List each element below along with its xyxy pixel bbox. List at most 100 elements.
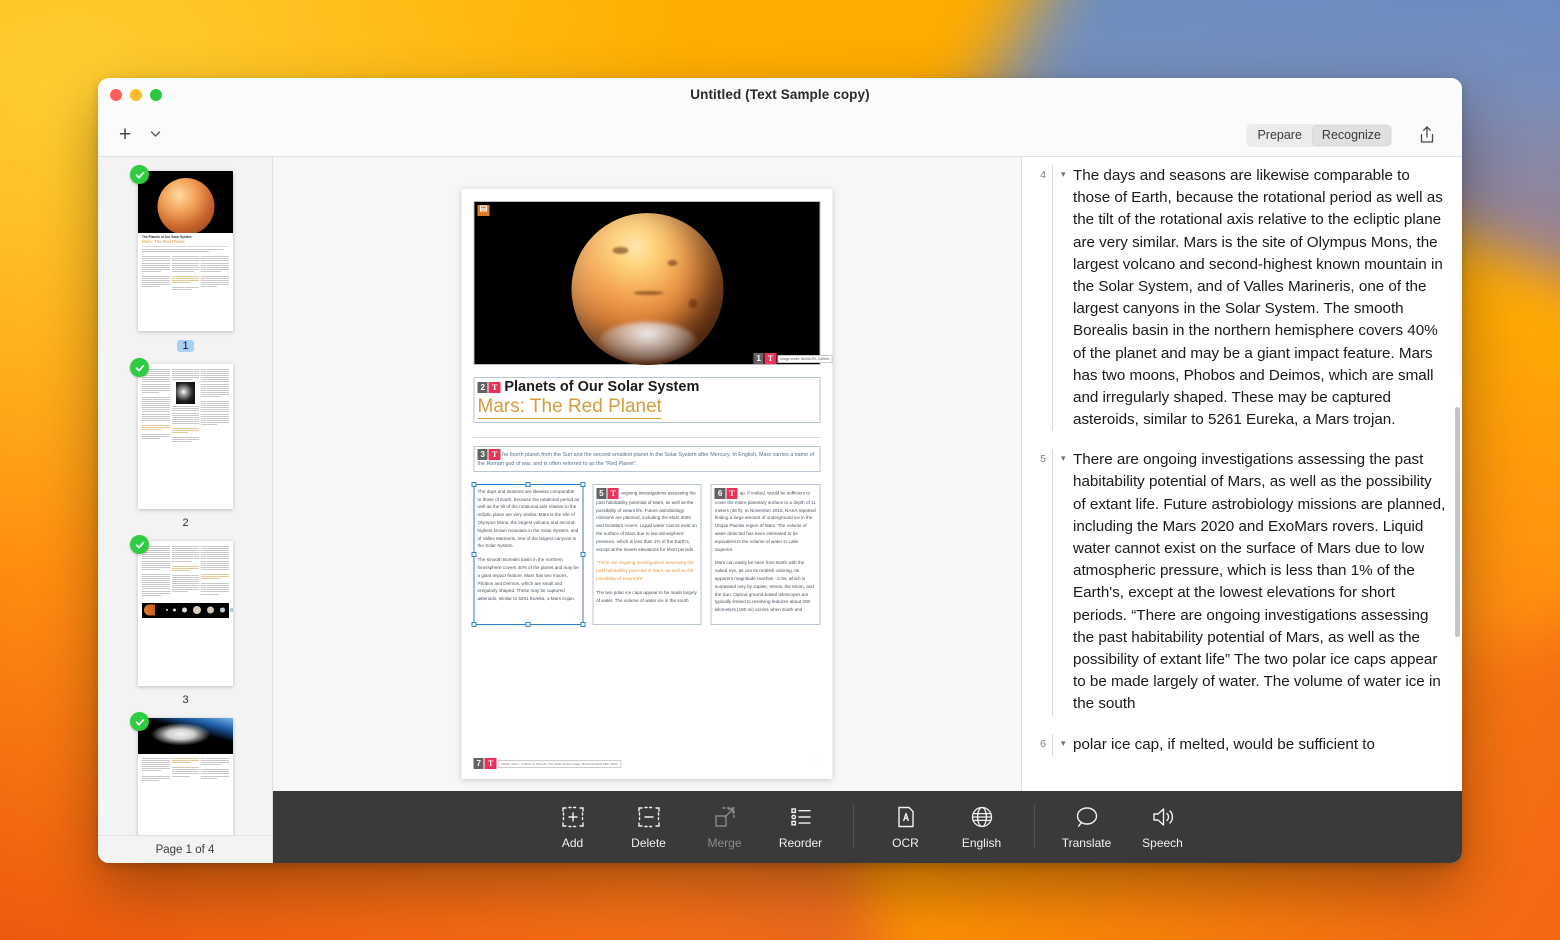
toolbar: + Prepare Recognize [98,116,1462,157]
page-thumbnails-sidebar[interactable]: The Planets of Our Solar System Mars: Th… [98,157,273,863]
document-preview-area[interactable]: 1T Image credit: NASA/JPL-Caltech 2T Pla… [273,157,1022,863]
tab-prepare[interactable]: Prepare [1247,125,1311,146]
thumbnail-label[interactable]: 2 [182,517,188,529]
chevron-down-icon[interactable]: ▾ [1061,449,1073,464]
shuttle-image [138,718,233,754]
page-corner-mark: ⋮ [813,759,819,765]
paragraph-text[interactable]: There are ongoing investigations assessi… [1073,449,1446,715]
ocr-document-icon [894,804,918,830]
planets-strip-image [141,602,233,618]
toolbar-left-group: + [112,121,168,147]
thumbnail-page-2[interactable]: 2 [98,358,272,535]
region-marker-7[interactable]: 7T [473,758,497,769]
region-marker-5[interactable]: 5T [596,487,619,499]
column-paragraph: The smooth Borealis basin in the norther… [477,557,579,602]
paragraph-divider [1052,165,1053,432]
ocr-button[interactable]: OCR [868,804,944,850]
region-marker-2[interactable]: 2T [477,381,501,393]
reorder-button[interactable]: Reorder [763,804,839,850]
column-paragraph: The days and seasons are likewise compar… [477,488,580,549]
add-label: Add [561,836,584,850]
document-heading-line1: 2T Planets of Our Solar System [477,379,817,395]
add-button[interactable]: Add [535,804,611,850]
ocr-label: OCR [892,836,919,850]
resize-handle-bl[interactable] [471,621,477,627]
delete-button[interactable]: Delete [611,804,687,850]
thumbnail-page-3[interactable]: 3 [98,535,272,712]
desktop-background: Untitled (Text Sample copy) + Prepare Re… [0,0,1560,940]
resize-handle-b[interactable] [525,621,531,627]
mars-polar-cap [598,322,696,362]
tab-recognize[interactable]: Recognize [1311,125,1391,146]
text-region-4[interactable]: The days and seasons are likewise compar… [471,481,586,627]
thumbnail-label[interactable]: 1 [177,340,194,352]
hero-image-region[interactable] [473,201,821,366]
thumbnail-list: The Planets of Our Solar System Mars: Th… [98,157,272,863]
text-region-6[interactable]: 6T ap, if melted, would be sufficient to… [710,483,821,625]
page-status-label: Page 1 of 4 [98,835,272,863]
ocr-scrollbar[interactable] [1455,407,1460,637]
translate-label: Translate [1061,836,1112,850]
document-page[interactable]: 1T Image credit: NASA/JPL-Caltech 2T Pla… [461,189,833,779]
delete-frame-icon [637,804,661,830]
region-marker-3[interactable]: 3T [477,448,501,460]
ocr-paragraph[interactable]: 5 ▾ There are ongoing investigations ass… [1032,449,1446,716]
column-paragraph: 6T ap, if melted, would be sufficient to… [714,487,816,552]
merge-button[interactable]: Merge [687,804,763,850]
speaker-icon [1150,804,1176,830]
merge-label: Merge [707,836,742,850]
paragraph-text[interactable]: polar ice cap, if melted, would be suffi… [1073,734,1446,756]
footer-region[interactable]: 7T NASA, Mars - In Brief. In Planets, Th… [473,758,622,769]
chevron-down-icon[interactable]: ▾ [1061,165,1073,180]
share-icon[interactable] [1416,124,1440,148]
resize-handle-br[interactable] [580,621,586,627]
thumbnail-canvas [138,364,233,509]
heading-region[interactable]: 2T Planets of Our Solar System Mars: The… [473,377,821,423]
intro-text-region[interactable]: 3T he fourth planet from the Sun and the… [473,445,821,472]
heading-text-1: Planets of Our Solar System [504,379,700,395]
image-caption-marker[interactable]: 1T Image credit: NASA/JPL-Caltech [753,353,833,364]
chevron-down-icon[interactable] [142,121,168,147]
divider [473,436,821,438]
resize-handle-tr[interactable] [580,481,586,487]
column-paragraph: 5T ongoing investigations assessing the … [596,487,697,552]
region-marker-6[interactable]: 6T [714,487,738,499]
text-region-5[interactable]: 5T ongoing investigations assessing the … [592,483,702,625]
footer-text: NASA, Mars - In Brief. In Planets, The S… [497,759,622,768]
ocr-paragraph[interactable]: 4 ▾ The days and seasons are likewise co… [1032,165,1446,432]
image-region-badge[interactable] [477,205,490,216]
thumbnail-page-1[interactable]: The Planets of Our Solar System Mars: Th… [98,165,272,358]
window-title: Untitled (Text Sample copy) [690,87,870,102]
toolbar-separator [852,805,854,849]
checkmark-icon [130,535,149,554]
column-paragraph: The two polar ice caps appear to be made… [596,589,697,603]
speech-bubble-icon [1074,804,1100,830]
reorder-list-icon [789,804,813,830]
checkmark-icon [130,712,149,731]
resize-handle-r[interactable] [580,551,586,557]
globe-icon [970,804,994,830]
intro-text: he fourth planet from the Sun and the se… [477,451,815,467]
resize-handle-t[interactable] [525,481,531,487]
ocr-text-panel[interactable]: 4 ▾ The days and seasons are likewise co… [1022,157,1462,863]
thumbnail-label[interactable]: 3 [182,694,188,706]
translate-button[interactable]: Translate [1049,804,1125,850]
ocr-text-scroll[interactable]: 4 ▾ The days and seasons are likewise co… [1022,157,1462,778]
language-button[interactable]: English [944,804,1020,850]
speech-button[interactable]: Speech [1125,804,1201,850]
heading-text-2: Mars: The Red Planet [477,396,662,419]
resize-handle-l[interactable] [471,551,477,557]
ocr-paragraph[interactable]: 6 ▾ polar ice cap, if melted, would be s… [1032,733,1446,756]
toolbar-separator [1033,805,1035,849]
region-marker-1[interactable]: 1T [753,353,777,364]
mode-segmented-control[interactable]: Prepare Recognize [1246,124,1392,147]
checkmark-icon [130,165,149,184]
speech-label: Speech [1142,836,1183,850]
thumbnail-canvas [138,541,233,686]
thumbnail-canvas: The Planets of Our Solar System Mars: Th… [138,171,233,331]
resize-handle-tl[interactable] [471,481,477,487]
chevron-down-icon[interactable]: ▾ [1061,734,1073,749]
title-bar: Untitled (Text Sample copy) [98,78,1462,116]
plus-icon[interactable]: + [112,121,138,147]
paragraph-text[interactable]: The days and seasons are likewise compar… [1073,165,1446,431]
